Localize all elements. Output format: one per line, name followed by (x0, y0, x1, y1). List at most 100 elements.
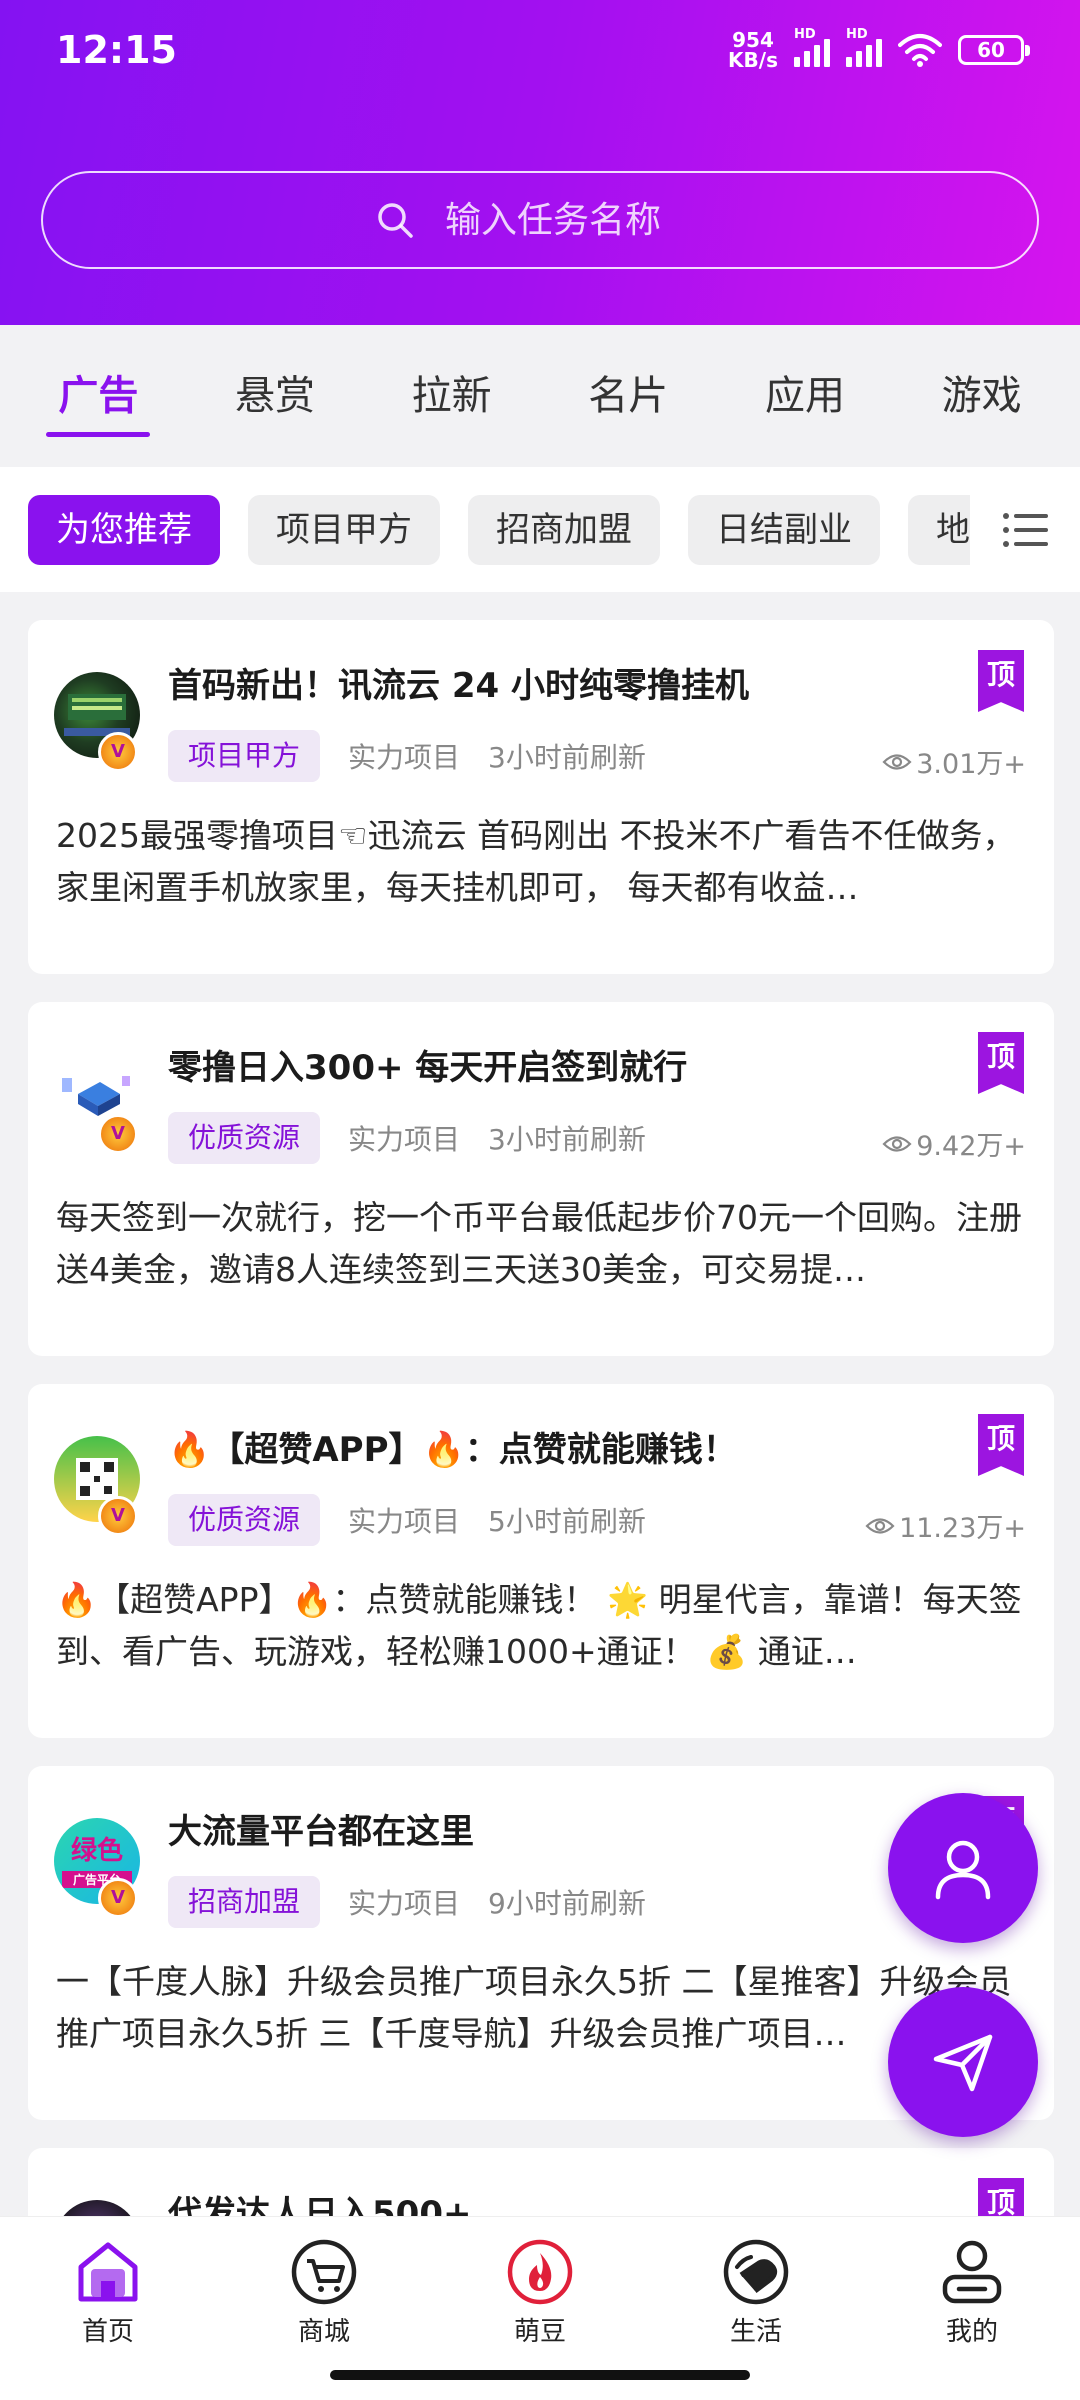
card-title: 零撸日入300+ 每天开启签到就行 (168, 1048, 688, 1088)
card-description: 每天签到一次就行，挖一个币平台最低起步价70元一个回购。注册送4美金，邀请8人连… (56, 1198, 1022, 1289)
category-tag: 招商加盟 (168, 1876, 321, 1928)
life-icon (723, 2239, 789, 2305)
status-icons: 954 KB/s HD HD 60 (728, 27, 1030, 70)
view-count: 3.01万+ (882, 742, 1026, 781)
user-icon (935, 1840, 991, 1900)
card-title: 代发达人日入500+ (168, 2194, 472, 2216)
filter-franchise[interactable]: 招商加盟 (468, 495, 660, 565)
verified-badge: V (98, 1114, 138, 1154)
filter-tabs-scroll[interactable]: 为您推荐 项目甲方 招商加盟 日结副业 地 (28, 495, 998, 565)
refresh-time: 5小时前刷新 (488, 1505, 646, 1538)
nav-profile[interactable]: 我的 (897, 2237, 1047, 2348)
level-label: 实力项目 (348, 1505, 461, 1538)
send-icon (933, 2034, 993, 2092)
verified-badge: V (98, 732, 138, 772)
profile-icon (942, 2240, 1002, 2304)
tab-games[interactable]: 游戏 (930, 325, 1034, 467)
filter-menu-button[interactable] (970, 467, 1080, 592)
tab-bounty[interactable]: 悬赏 (223, 325, 327, 467)
hd-label: HD (794, 27, 816, 42)
category-tag: 优质资源 (168, 1112, 321, 1164)
card-description: 一【千度人脉】升级会员推广项目永久5折 二【星推客】升级会员推广项目永久5折 三… (56, 1962, 1012, 2053)
tab-ads[interactable]: 广告 (46, 325, 151, 467)
card-title: 首码新出！讯流云 24 小时纯零撸挂机 (168, 666, 749, 706)
avatar (54, 2200, 140, 2216)
task-feed[interactable]: V 首码新出！讯流云 24 小时纯零撸挂机 顶 项目甲方 实力项目 3小时前刷新… (0, 592, 1080, 2216)
view-count-value: 9.42万+ (916, 1131, 1026, 1162)
verified-badge: V (98, 1496, 138, 1536)
nav-label: 商城 (297, 2317, 350, 2347)
task-card[interactable]: V 🔥【超赞APP】🔥：点赞就能赚钱！ 顶 优质资源 实力项目 5小时前刷新 1… (28, 1384, 1054, 1738)
home-indicator[interactable] (330, 2370, 750, 2380)
network-speed: 954 KB/s (728, 30, 778, 70)
category-tabs: 广告 悬赏 拉新 名片 应用 游戏 (0, 325, 1080, 467)
eye-icon (882, 1135, 912, 1152)
nav-label: 生活 (729, 2317, 782, 2347)
category-tag: 优质资源 (168, 1494, 321, 1546)
profile-fab[interactable] (888, 1793, 1038, 1943)
pinned-badge: 顶 (978, 1414, 1024, 1476)
eye-icon (882, 753, 912, 770)
card-title: 大流量平台都在这里 (168, 1812, 474, 1852)
nav-home[interactable]: 首页 (33, 2237, 183, 2348)
eye-icon (865, 1517, 895, 1534)
card-meta: 项目甲方 实力项目 3小时前刷新 (168, 730, 646, 782)
status-time: 12:15 (56, 28, 177, 72)
wifi-icon (898, 34, 942, 67)
card-description: 2025最强零撸项目☜迅流云 首码刚出 不投米不广看告不任做务，家里闲置手机放家… (56, 816, 1016, 907)
search-bar[interactable] (41, 171, 1039, 269)
nav-mall[interactable]: 商城 (249, 2237, 399, 2348)
flame-icon (507, 2239, 573, 2305)
header: 12:15 954 KB/s HD HD 60 输入任务名称 (0, 0, 1080, 325)
pinned-badge: 顶 (978, 1032, 1024, 1094)
nav-label: 我的 (945, 2317, 998, 2347)
search-input[interactable] (445, 199, 705, 241)
filter-tabs: 为您推荐 项目甲方 招商加盟 日结副业 地 (0, 467, 1080, 592)
battery-icon: 60 (958, 35, 1030, 65)
view-count-value: 11.23万+ (899, 1513, 1026, 1544)
card-meta: 优质资源 实力项目 5小时前刷新 (168, 1494, 646, 1546)
task-card[interactable]: 代发达人日入500+ 顶 (28, 2148, 1054, 2216)
tab-apps[interactable]: 应用 (753, 325, 857, 467)
network-speed-value: 954 (732, 28, 774, 52)
nav-life[interactable]: 生活 (681, 2237, 831, 2348)
card-meta: 优质资源 实力项目 3小时前刷新 (168, 1112, 646, 1164)
refresh-time: 3小时前刷新 (488, 1123, 646, 1156)
filter-recommended[interactable]: 为您推荐 (28, 495, 220, 565)
refresh-time: 3小时前刷新 (488, 741, 646, 774)
nav-label: 首页 (81, 2317, 134, 2347)
card-title: 🔥【超赞APP】🔥：点赞就能赚钱！ (168, 1430, 737, 1470)
card-description: 🔥【超赞APP】🔥：点赞就能赚钱！ 🌟 明星代言，靠谱！每天签到、看广告、玩游戏… (56, 1580, 1022, 1671)
signal-icon-1: HD (794, 27, 830, 67)
refresh-time: 9小时前刷新 (488, 1887, 646, 1920)
signal-icon-2: HD (846, 27, 882, 67)
card-meta: 招商加盟 实力项目 9小时前刷新 (168, 1876, 646, 1928)
view-count: 9.42万+ (882, 1124, 1026, 1163)
app-screen: 12:15 954 KB/s HD HD 60 输入任务名称 广告 悬赏 拉新 … (0, 0, 1080, 2400)
hd-label: HD (846, 27, 868, 42)
status-bar: 12:15 954 KB/s HD HD 60 (0, 0, 1080, 100)
pinned-badge: 顶 (978, 650, 1024, 712)
home-icon (78, 2242, 138, 2302)
nav-label: 萌豆 (513, 2317, 566, 2347)
task-card[interactable]: V 零撸日入300+ 每天开启签到就行 顶 优质资源 实力项目 3小时前刷新 9… (28, 1002, 1054, 1356)
nav-beans[interactable]: 萌豆 (465, 2237, 615, 2348)
publish-fab[interactable] (888, 1987, 1038, 2137)
pinned-badge: 顶 (978, 2178, 1024, 2216)
task-card[interactable]: V 首码新出！讯流云 24 小时纯零撸挂机 顶 项目甲方 实力项目 3小时前刷新… (28, 620, 1054, 974)
list-icon (1003, 512, 1048, 547)
network-speed-unit: KB/s (728, 48, 778, 72)
category-tag: 项目甲方 (168, 730, 321, 782)
tab-referral[interactable]: 拉新 (400, 325, 504, 467)
verified-badge: V (98, 1878, 138, 1918)
search-icon (378, 203, 413, 238)
level-label: 实力项目 (348, 1123, 461, 1156)
filter-project-owner[interactable]: 项目甲方 (248, 495, 440, 565)
level-label: 实力项目 (348, 741, 461, 774)
cart-icon (291, 2239, 357, 2305)
level-label: 实力项目 (348, 1887, 461, 1920)
view-count: 11.23万+ (865, 1506, 1026, 1545)
tab-business-card[interactable]: 名片 (576, 325, 680, 467)
view-count-value: 3.01万+ (916, 749, 1026, 780)
filter-daily-side-job[interactable]: 日结副业 (688, 495, 880, 565)
